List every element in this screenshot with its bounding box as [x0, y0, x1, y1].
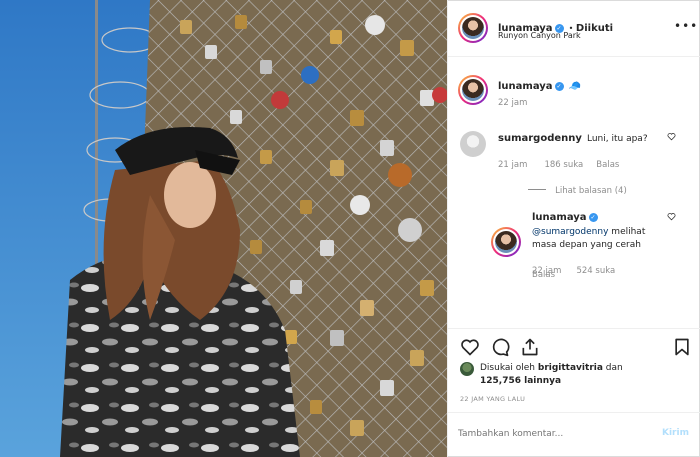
liker-avatar[interactable]	[460, 362, 474, 376]
reply-username[interactable]: lunamaya	[532, 212, 587, 223]
reply-body: @sumargodenny melihat masa depan yang ce…	[532, 226, 672, 252]
padlock-wall-photo	[0, 0, 447, 457]
post-details-panel: lunamaya ✓ • Diikuti Runyon Canyon Park •…	[447, 0, 700, 457]
heart-icon[interactable]	[667, 132, 676, 141]
verified-icon: ✓	[554, 82, 564, 91]
comment-input[interactable]	[458, 425, 648, 443]
reply-avatar[interactable]	[491, 227, 521, 257]
heart-icon[interactable]	[667, 212, 676, 221]
liked-by-prefix: Disukai oleh	[480, 363, 536, 373]
reply-reply-button[interactable]: Balas	[532, 270, 555, 280]
comment-1-meta: 21 jam 186 suka Balas	[498, 152, 619, 171]
caption: lunamaya ✓ 🧢	[498, 74, 581, 93]
author-avatar[interactable]	[458, 13, 488, 43]
reply-comment: lunamaya ✓ @sumargodenny melihat masa dep…	[532, 205, 672, 252]
likes-summary: Disukai oleh brigittavitria dan 125,756 …	[480, 362, 680, 388]
post-timestamp[interactable]: 22 JAM YANG LALU	[460, 395, 525, 403]
post-image[interactable]	[0, 0, 447, 457]
comment-1: sumargodenny Luni, itu apa?	[498, 126, 648, 145]
reply-likes[interactable]: 524 suka	[576, 266, 615, 276]
commenter-avatar[interactable]	[460, 131, 486, 157]
verified-icon: ✓	[588, 213, 598, 222]
liked-by-and: dan	[605, 363, 623, 373]
add-comment-bar: Kirim	[448, 412, 700, 457]
more-options-icon[interactable]: •••	[674, 18, 697, 34]
comment-time[interactable]: 21 jam	[498, 160, 527, 170]
comment-text: Luni, itu apa?	[587, 134, 648, 144]
mention-link[interactable]: @sumargodenny	[532, 227, 608, 237]
location-link[interactable]: Runyon Canyon Park	[498, 31, 581, 40]
caption-emoji: 🧢	[568, 81, 582, 92]
liked-by-user[interactable]: brigittavitria	[538, 363, 603, 373]
comment-username[interactable]: sumargodenny	[498, 133, 582, 144]
comment-icon[interactable]	[490, 337, 510, 357]
follow-status[interactable]: Diikuti	[576, 23, 613, 34]
comment-likes[interactable]: 186 suka	[544, 160, 583, 170]
post-header: lunamaya ✓ • Diikuti Runyon Canyon Park •…	[448, 0, 700, 57]
share-icon[interactable]	[520, 337, 540, 357]
like-heart-icon[interactable]	[460, 337, 480, 357]
post-comment-button[interactable]: Kirim	[662, 428, 689, 438]
reply-button[interactable]: Balas	[596, 160, 619, 170]
caption-avatar[interactable]	[458, 75, 488, 105]
caption-time[interactable]: 22 jam	[498, 98, 527, 108]
bookmark-icon[interactable]	[672, 337, 692, 357]
view-replies[interactable]: Lihat balasan (4)	[528, 178, 627, 197]
caption-username[interactable]: lunamaya	[498, 81, 553, 92]
action-bar: Disukai oleh brigittavitria dan 125,756 …	[448, 328, 700, 420]
view-replies-label[interactable]: Lihat balasan (4)	[555, 186, 627, 196]
replies-divider	[528, 189, 546, 190]
likes-count[interactable]: 125,756 lainnya	[480, 376, 561, 386]
